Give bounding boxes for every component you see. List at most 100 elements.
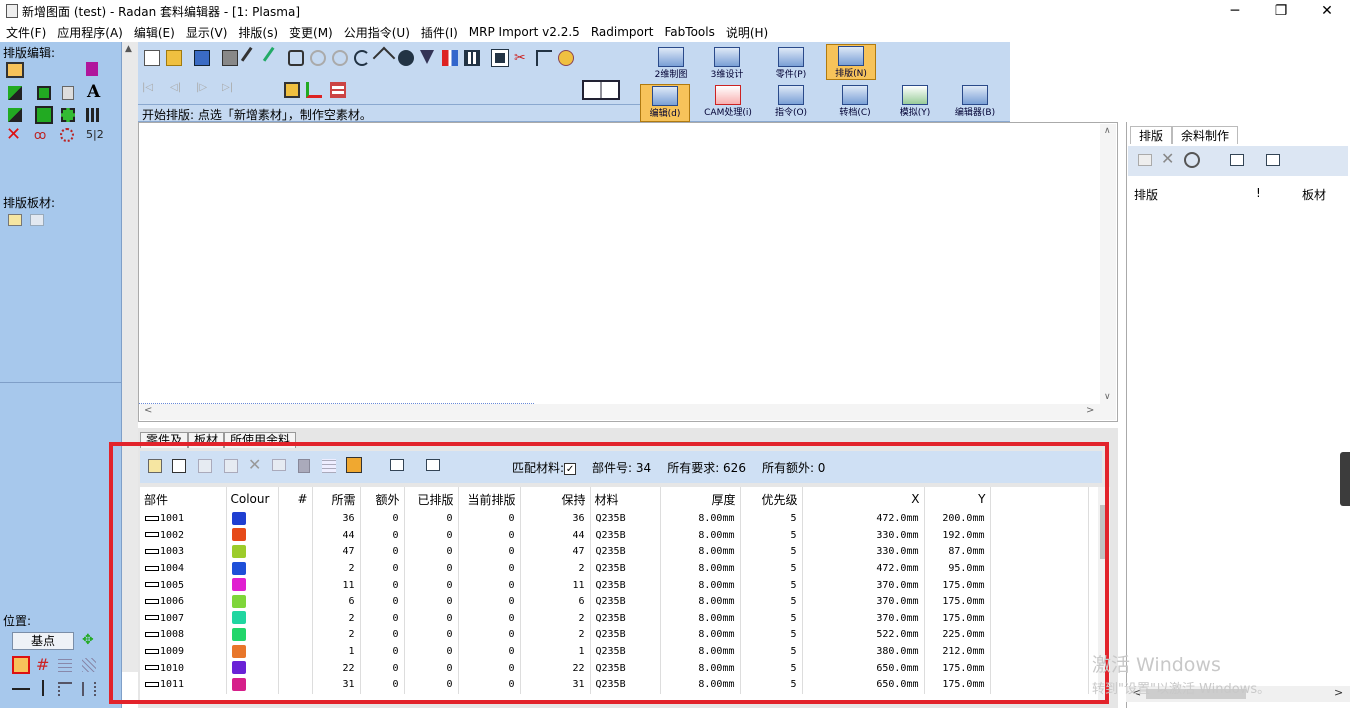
- array-icon[interactable]: [61, 108, 75, 122]
- circle-select-icon[interactable]: [60, 128, 74, 142]
- view-detail-icon[interactable]: [426, 459, 440, 471]
- colour-swatch[interactable]: [231, 578, 246, 592]
- scroll-thumb[interactable]: [1100, 505, 1108, 559]
- table-row[interactable]: 1002 44 0 0 0 44 Q235B 8.00mm 5 330.0mm 192.0mm: [140, 527, 1089, 545]
- col-part[interactable]: 部件: [140, 487, 227, 511]
- edit-mode-button[interactable]: 编辑(d): [640, 84, 690, 122]
- first-icon[interactable]: |◁: [142, 82, 158, 98]
- pencil-icon[interactable]: [262, 46, 286, 70]
- help-icon[interactable]: [558, 50, 574, 66]
- pin-icon[interactable]: [298, 459, 310, 473]
- colour-swatch[interactable]: [231, 528, 246, 542]
- tab-nest[interactable]: 排版: [1130, 126, 1173, 144]
- col-x[interactable]: X: [802, 487, 925, 511]
- menu-modify[interactable]: 变更(M): [289, 24, 333, 41]
- redo-icon[interactable]: [332, 50, 348, 66]
- menu-utilities[interactable]: 公用指令(U): [344, 24, 410, 41]
- col-flag[interactable]: !: [1256, 186, 1261, 200]
- close-button[interactable]: ✕: [1304, 0, 1350, 22]
- vertical-line-icon[interactable]: [42, 680, 44, 696]
- convert-button[interactable]: 转档(C): [830, 84, 880, 120]
- match-material-checkbox[interactable]: ✓: [564, 462, 577, 475]
- table-row[interactable]: 1001 36 0 0 0 36 Q235B 8.00mm 5 472.0mm 200.0mm: [140, 511, 1089, 528]
- folder-icon[interactable]: [272, 459, 286, 471]
- col-sheet[interactable]: 板材: [1302, 186, 1326, 203]
- ratio-icon[interactable]: 5|2: [86, 128, 104, 141]
- part-copy-icon[interactable]: [224, 459, 238, 473]
- menu-fabtools[interactable]: FabTools: [665, 25, 715, 39]
- move-part-icon[interactable]: [8, 86, 22, 100]
- side-handle[interactable]: [1340, 452, 1350, 506]
- simulate-button[interactable]: 模拟(Y): [890, 84, 940, 120]
- mirror-icon[interactable]: ꝏ: [34, 128, 46, 142]
- filter-icon[interactable]: [420, 50, 434, 64]
- open-folder-icon[interactable]: [166, 50, 182, 66]
- scroll-down-icon[interactable]: ∨: [1104, 392, 1111, 402]
- horizontal-line-icon[interactable]: [12, 688, 30, 690]
- menu-plugins[interactable]: 插件(I): [421, 24, 458, 41]
- view-list-icon[interactable]: [390, 459, 404, 471]
- col-extra[interactable]: 额外: [360, 487, 405, 511]
- part-list-icon[interactable]: [198, 459, 212, 473]
- col-priority[interactable]: 优先级: [740, 487, 803, 511]
- grid-icon[interactable]: [322, 459, 336, 473]
- editor-button[interactable]: 编辑器(B): [950, 84, 1000, 120]
- rotate-part-icon[interactable]: [37, 86, 51, 100]
- select-tool-icon[interactable]: [6, 62, 24, 78]
- col-colour[interactable]: Colour: [226, 487, 279, 511]
- colour-swatch[interactable]: [231, 677, 246, 691]
- refresh-icon[interactable]: [354, 50, 370, 66]
- drawing-2d-button[interactable]: 2维制图: [646, 46, 696, 82]
- tab-remnant[interactable]: 余料制作: [1172, 126, 1239, 144]
- magnet-icon[interactable]: [442, 50, 458, 66]
- detail-view-icon[interactable]: [1266, 154, 1280, 166]
- menu-nest[interactable]: 排版(s): [238, 24, 278, 41]
- print-icon[interactable]: [222, 50, 238, 66]
- scroll-right-icon[interactable]: >: [1086, 405, 1094, 416]
- minimize-button[interactable]: ─: [1212, 0, 1258, 22]
- col-material[interactable]: 材料: [590, 487, 661, 511]
- menu-application[interactable]: 应用程序(A): [57, 24, 123, 41]
- restore-button[interactable]: ❐: [1258, 0, 1304, 22]
- delete-icon[interactable]: ✕: [1161, 149, 1174, 168]
- cut-icon[interactable]: ✂: [514, 50, 530, 66]
- nest-mode-button[interactable]: 排版(N): [826, 44, 876, 80]
- menu-file[interactable]: 文件(F): [6, 24, 46, 41]
- expand-icon[interactable]: [372, 46, 396, 70]
- open-icon[interactable]: [1138, 154, 1152, 166]
- text-tool-icon[interactable]: A: [87, 82, 100, 102]
- canvas-horizontal-scrollbar[interactable]: < >: [140, 404, 1100, 420]
- snap-magnet-icon[interactable]: [12, 656, 30, 674]
- menu-mrp-import[interactable]: MRP Import v2.2.5: [469, 25, 580, 39]
- canvas-vertical-scrollbar[interactable]: ∧ ∨: [1100, 124, 1116, 420]
- grid-snap-icon[interactable]: #: [36, 656, 49, 674]
- scroll-up-icon[interactable]: ▲: [125, 44, 132, 54]
- diagonal-grid-icon[interactable]: [82, 658, 96, 672]
- tab-sheets[interactable]: 板材: [188, 432, 225, 448]
- menu-help[interactable]: 说明(H): [726, 24, 768, 41]
- col-thickness[interactable]: 厚度: [660, 487, 741, 511]
- info-icon[interactable]: [398, 50, 414, 66]
- table-row[interactable]: 1011 31 0 0 0 31 Q235B 8.00mm 5 650.0mm 175.0mm: [140, 676, 1089, 694]
- left-scrollbar[interactable]: ▲: [122, 42, 138, 672]
- remove-part-icon[interactable]: ✕: [248, 455, 261, 474]
- sheet-properties-icon[interactable]: [30, 214, 44, 226]
- import-part-icon[interactable]: [172, 459, 186, 473]
- menu-edit[interactable]: 编辑(E): [134, 24, 175, 41]
- save-icon[interactable]: [194, 50, 210, 66]
- colour-swatch[interactable]: [231, 511, 246, 525]
- delete-icon[interactable]: ✕: [6, 126, 21, 144]
- colour-swatch[interactable]: [231, 544, 246, 558]
- stop-icon[interactable]: [491, 49, 509, 67]
- col-index[interactable]: #: [278, 487, 313, 511]
- calendar-icon[interactable]: [464, 50, 480, 66]
- undo-icon[interactable]: [310, 50, 326, 66]
- base-point-button[interactable]: 基点: [12, 632, 74, 650]
- table-row[interactable]: 1003 47 0 0 0 47 Q235B 8.00mm 5 330.0mm 87.0mm: [140, 544, 1089, 561]
- table-row[interactable]: 1005 11 0 0 0 11 Q235B 8.00mm 5 370.0mm 175.0mm: [140, 577, 1089, 594]
- parallel-icon[interactable]: [82, 682, 96, 696]
- view-grid-icon[interactable]: [284, 82, 300, 98]
- scroll-up-icon[interactable]: ∧: [1104, 126, 1111, 136]
- new-sheet-icon[interactable]: [8, 214, 22, 226]
- table-row[interactable]: 1010 22 0 0 0 22 Q235B 8.00mm 5 650.0mm 175.0mm: [140, 660, 1089, 677]
